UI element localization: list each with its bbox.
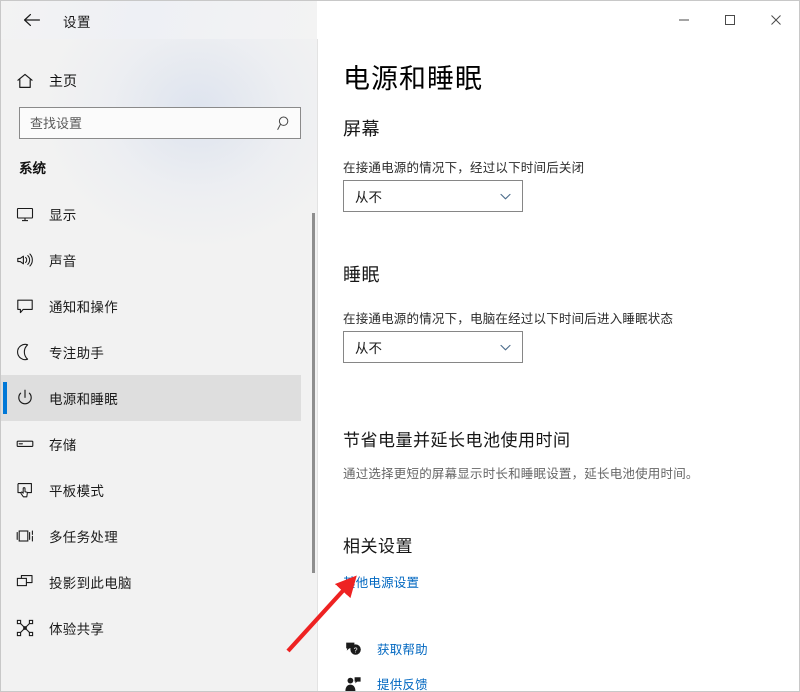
sidebar-item-sound[interactable]: 声音	[1, 237, 301, 283]
tablet-icon	[1, 467, 49, 513]
get-help-row[interactable]: ? 获取帮助	[343, 639, 428, 658]
sleep-section-description: 在接通电源的情况下，电脑在经过以下时间后进入睡眠状态	[343, 308, 673, 327]
sidebar-item-label: 通知和操作	[49, 296, 118, 316]
sidebar: 主页 系统 显示	[1, 39, 317, 691]
moon-icon	[1, 329, 49, 375]
sidebar-item-display[interactable]: 显示	[1, 191, 301, 237]
monitor-icon	[1, 191, 49, 237]
selection-indicator	[3, 382, 7, 414]
related-settings-heading: 相关设置	[343, 532, 413, 557]
additional-power-settings-link[interactable]: 其他电源设置	[343, 572, 419, 591]
sleep-timeout-dropdown[interactable]: 从不	[343, 331, 523, 363]
home-icon	[1, 71, 49, 91]
screen-section-heading: 屏幕	[343, 115, 380, 141]
sidebar-item-label: 显示	[49, 204, 77, 224]
sidebar-item-home[interactable]: 主页	[1, 62, 301, 100]
window-controls	[661, 1, 799, 39]
sidebar-item-power-and-sleep[interactable]: 电源和睡眠	[1, 375, 301, 421]
sidebar-item-storage[interactable]: 存储	[1, 421, 301, 467]
battery-section-heading: 节省电量并延长电池使用时间	[343, 426, 571, 451]
sidebar-divider	[317, 1, 318, 691]
multitask-icon	[1, 513, 49, 559]
close-icon	[770, 14, 782, 26]
sidebar-item-tablet-mode[interactable]: 平板模式	[1, 467, 301, 513]
power-icon	[1, 375, 49, 421]
search-icon[interactable]	[270, 115, 300, 131]
battery-section-description: 通过选择更短的屏幕显示时长和睡眠设置，延长电池使用时间。	[343, 463, 699, 482]
chevron-down-icon	[499, 181, 512, 211]
back-arrow-icon	[23, 12, 41, 28]
sidebar-section-header: 系统	[19, 157, 46, 177]
feedback-person-icon	[343, 676, 363, 692]
chevron-down-icon	[499, 332, 512, 362]
get-help-label: 获取帮助	[377, 639, 428, 658]
maximize-button[interactable]	[707, 1, 753, 39]
sidebar-item-shared-experiences[interactable]: 体验共享	[1, 605, 301, 651]
title-bar: 设置	[1, 1, 799, 39]
sleep-timeout-value: 从不	[344, 337, 382, 357]
help-bubble-icon: ?	[343, 641, 363, 657]
chat-bubble-icon	[1, 283, 49, 329]
back-button[interactable]	[17, 8, 47, 32]
sidebar-item-label: 电源和睡眠	[49, 388, 118, 408]
sidebar-item-label: 平板模式	[49, 480, 104, 500]
sidebar-item-focus-assist[interactable]: 专注助手	[1, 329, 301, 375]
search-box[interactable]	[19, 107, 301, 139]
sidebar-item-label: 声音	[49, 250, 77, 270]
give-feedback-label: 提供反馈	[377, 674, 428, 691]
speaker-icon	[1, 237, 49, 283]
close-button[interactable]	[753, 1, 799, 39]
sidebar-item-notifications[interactable]: 通知和操作	[1, 283, 301, 329]
screen-section-description: 在接通电源的情况下，经过以下时间后关闭	[343, 157, 584, 176]
sidebar-item-label: 投影到此电脑	[49, 572, 132, 592]
sidebar-nav-list: 显示 声音	[1, 191, 317, 651]
main-content: 电源和睡眠 屏幕 在接通电源的情况下，经过以下时间后关闭 从不 睡眠 在接通电源…	[318, 39, 799, 691]
svg-text:?: ?	[354, 647, 358, 654]
settings-window: 设置	[0, 0, 800, 692]
sleep-section-heading: 睡眠	[343, 261, 380, 287]
sidebar-item-multitasking[interactable]: 多任务处理	[1, 513, 301, 559]
title-bar-left-pane	[1, 1, 317, 39]
maximize-icon	[724, 14, 736, 26]
sidebar-item-label: 专注助手	[49, 342, 104, 362]
search-input[interactable]	[20, 109, 270, 137]
give-feedback-row[interactable]: 提供反馈	[343, 674, 428, 691]
sidebar-item-projecting[interactable]: 投影到此电脑	[1, 559, 301, 605]
sidebar-item-label: 体验共享	[49, 618, 104, 638]
screen-timeout-value: 从不	[344, 186, 382, 206]
screen-timeout-dropdown[interactable]: 从不	[343, 180, 523, 212]
sidebar-item-label: 多任务处理	[49, 526, 118, 546]
sidebar-home-label: 主页	[49, 71, 77, 91]
project-icon	[1, 559, 49, 605]
share-icon	[1, 605, 49, 651]
page-title: 电源和睡眠	[343, 57, 483, 96]
sidebar-scrollbar[interactable]	[312, 213, 315, 573]
minimize-icon	[678, 14, 690, 26]
minimize-button[interactable]	[661, 1, 707, 39]
storage-icon	[1, 421, 49, 467]
sidebar-item-label: 存储	[49, 434, 77, 454]
window-title: 设置	[63, 11, 91, 31]
